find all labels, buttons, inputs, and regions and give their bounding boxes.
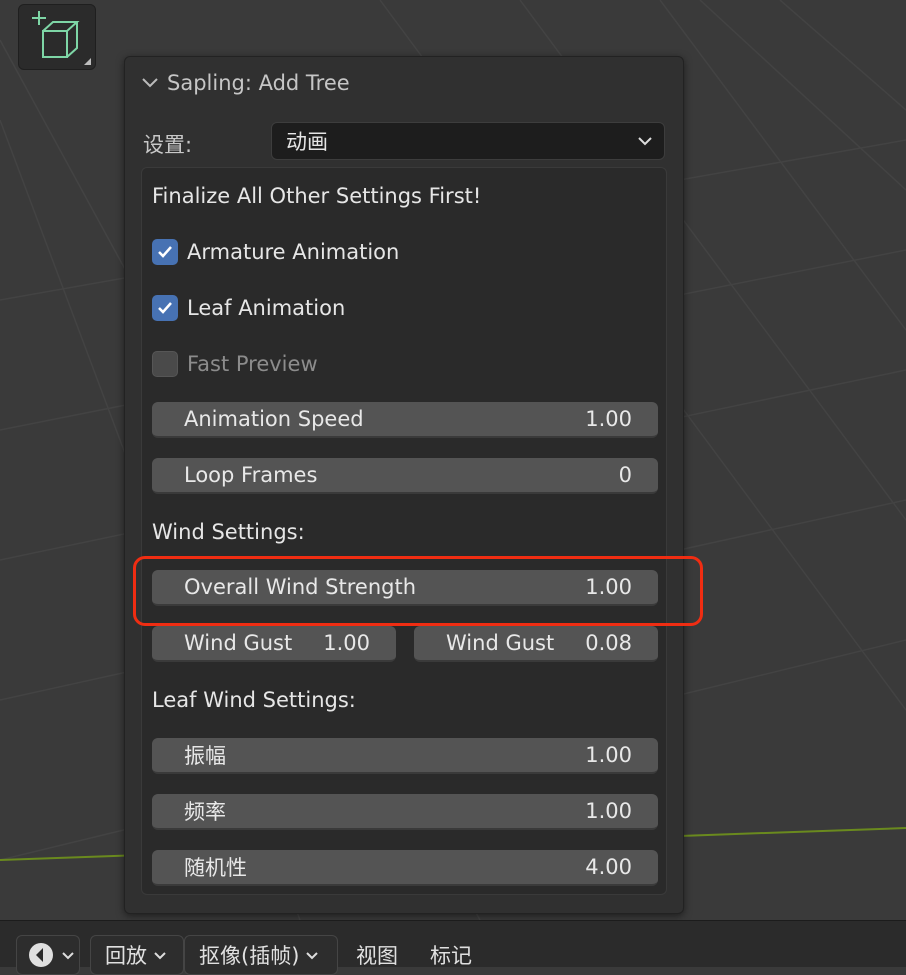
animation-speed-value: 1.00 (585, 407, 632, 431)
fast-preview-checkbox[interactable]: Fast Preview (152, 350, 318, 378)
settings-dropdown[interactable]: 动画 (271, 122, 665, 160)
view-menu[interactable]: 视图 (356, 935, 398, 975)
animation-settings-box: Finalize All Other Settings First! Armat… (141, 167, 667, 895)
fast-preview-label: Fast Preview (187, 352, 318, 376)
amplitude-label: 振幅 (184, 744, 226, 768)
overall-wind-strength-label: Overall Wind Strength (184, 575, 417, 599)
panel-header[interactable]: Sapling: Add Tree (139, 69, 350, 97)
wind-gust-value: 1.00 (323, 631, 370, 655)
wind-gust-label: Wind Gust (184, 631, 293, 655)
clock-icon (29, 943, 53, 967)
chevron-down-icon[interactable] (139, 73, 161, 93)
wind-gust-field-right[interactable]: Wind Gust 0.08 (414, 626, 658, 662)
overall-wind-strength-value: 1.00 (585, 575, 632, 599)
panel-title: Sapling: Add Tree (167, 71, 350, 95)
overall-wind-strength-field[interactable]: Overall Wind Strength 1.00 (152, 570, 658, 606)
add-object-button[interactable] (18, 4, 96, 70)
editor-type-button[interactable] (16, 935, 80, 975)
armature-animation-label: Armature Animation (187, 240, 400, 264)
randomness-label: 随机性 (184, 856, 247, 880)
amplitude-field[interactable]: 振幅 1.00 (152, 738, 658, 774)
animation-speed-label: Animation Speed (184, 407, 364, 431)
leaf-wind-settings-heading: Leaf Wind Settings: (152, 688, 356, 712)
checkbox-unchecked-icon[interactable] (152, 351, 178, 377)
expand-corner-icon (84, 58, 91, 65)
frequency-field[interactable]: 频率 1.00 (152, 794, 658, 830)
checkmark-icon (158, 246, 172, 258)
finalize-heading: Finalize All Other Settings First! (152, 184, 482, 208)
loop-frames-field[interactable]: Loop Frames 0 (152, 458, 658, 494)
amplitude-value: 1.00 (585, 743, 632, 767)
leaf-animation-checkbox[interactable]: Leaf Animation (152, 294, 345, 322)
armature-animation-checkbox[interactable]: Armature Animation (152, 238, 399, 266)
chevron-down-icon (62, 952, 74, 960)
checkmark-icon (158, 302, 172, 314)
randomness-value: 4.00 (585, 855, 632, 879)
loop-frames-label: Loop Frames (184, 463, 318, 487)
loop-frames-value: 0 (618, 463, 632, 487)
frequency-value: 1.00 (585, 799, 632, 823)
leaf-animation-label: Leaf Animation (187, 296, 346, 320)
wind-gust-field-left[interactable]: Wind Gust 1.00 (152, 626, 396, 662)
marker-menu[interactable]: 标记 (430, 935, 472, 975)
randomness-field[interactable]: 随机性 4.00 (152, 850, 658, 886)
checkbox-checked-icon[interactable] (152, 295, 178, 321)
chevron-down-icon (638, 137, 652, 146)
chevron-down-icon (154, 952, 166, 960)
keying-menu[interactable]: 抠像(插帧) (184, 935, 338, 975)
chevron-down-icon (306, 952, 319, 960)
settings-dropdown-value: 动画 (286, 130, 328, 154)
wind-settings-heading: Wind Settings: (152, 520, 305, 544)
sapling-operator-panel: Sapling: Add Tree 设置: 动画 Finalize All Ot… (124, 56, 684, 914)
wind-gust-value: 0.08 (585, 631, 632, 655)
checkbox-checked-icon[interactable] (152, 239, 178, 265)
playback-menu[interactable]: 回放 (90, 935, 184, 975)
settings-label: 设置: (143, 133, 193, 157)
frequency-label: 频率 (184, 800, 226, 824)
wind-gust-label: Wind Gust (446, 631, 555, 655)
animation-speed-field[interactable]: Animation Speed 1.00 (152, 402, 658, 438)
timeline-header-bar: 回放 抠像(插帧) 视图 标记 (0, 920, 906, 975)
